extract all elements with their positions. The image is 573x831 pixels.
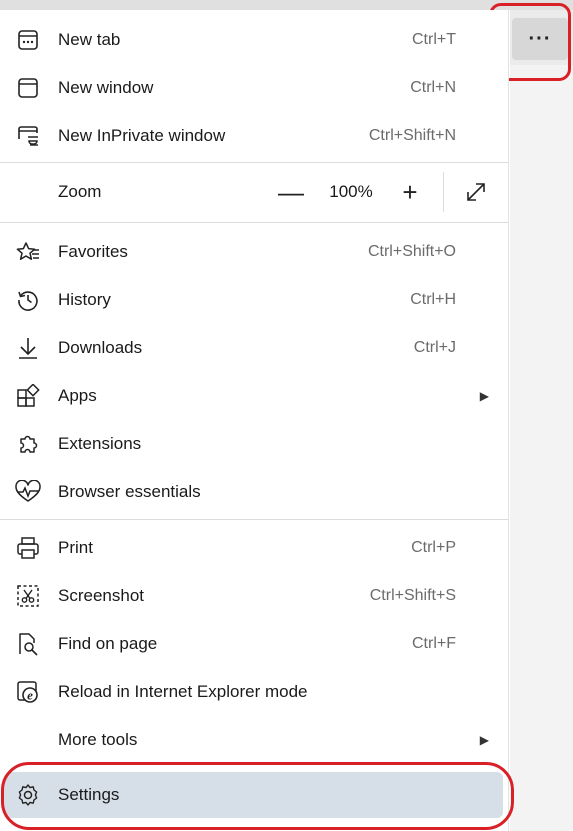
heart-pulse-icon: [14, 478, 42, 506]
menu-item-label: Apps: [58, 386, 97, 405]
settings-and-more-button[interactable]: ···: [512, 18, 568, 60]
new-tab-icon: [14, 26, 42, 54]
menu-item-label: Print: [58, 538, 93, 557]
menu-item-apps[interactable]: Apps ▶: [0, 372, 509, 420]
settings-menu: New tab Ctrl+T New window Ctrl+N New InP…: [0, 10, 509, 831]
zoom-level: 100%: [329, 182, 373, 201]
menu-divider: [0, 519, 509, 520]
menu-item-shortcut: Ctrl+P: [411, 539, 456, 556]
menu-item-print[interactable]: Print Ctrl+P: [0, 524, 509, 572]
menu-item-browser-essentials[interactable]: Browser essentials: [0, 468, 509, 516]
menu-item-label: More tools: [58, 730, 138, 749]
apps-icon: [14, 382, 42, 410]
menu-item-label: New window: [58, 78, 154, 97]
menu-item-new-tab[interactable]: New tab Ctrl+T: [0, 16, 509, 64]
menu-divider: [0, 222, 509, 223]
menu-item-settings[interactable]: Settings: [4, 772, 503, 818]
browser-page-background: [510, 10, 573, 831]
downloads-icon: [14, 334, 42, 362]
fullscreen-icon[interactable]: [462, 178, 490, 206]
submenu-arrow-icon: ▶: [479, 389, 489, 403]
menu-item-history[interactable]: History Ctrl+H: [0, 276, 509, 324]
menu-item-label: Favorites: [58, 242, 128, 261]
menu-item-shortcut: Ctrl+Shift+N: [368, 127, 456, 144]
menu-item-label: Extensions: [58, 434, 142, 453]
menu-item-reload-ie-mode[interactable]: e Reload in Internet Explorer mode: [0, 668, 509, 716]
menu-item-label: New tab: [58, 30, 121, 49]
menu-item-label: History: [58, 290, 111, 309]
browser-top-strip: [0, 0, 573, 10]
print-icon: [14, 534, 42, 562]
zoom-in-button[interactable]: +: [390, 163, 430, 221]
menu-item-shortcut: Ctrl+F: [412, 635, 456, 652]
extensions-icon: [14, 430, 42, 458]
screenshot-icon: [14, 582, 42, 610]
zoom-label: Zoom: [58, 182, 102, 201]
new-window-icon: [14, 74, 42, 102]
menu-item-favorites[interactable]: Favorites Ctrl+Shift+O: [0, 228, 509, 276]
history-icon: [14, 286, 42, 314]
menu-item-shortcut: Ctrl+Shift+S: [369, 587, 456, 604]
menu-item-label: New InPrivate window: [58, 126, 226, 145]
menu-item-shortcut: Ctrl+H: [410, 291, 456, 308]
submenu-arrow-icon: ▶: [479, 733, 489, 747]
gear-icon: [14, 781, 42, 809]
menu-item-downloads[interactable]: Downloads Ctrl+J: [0, 324, 509, 372]
svg-text:e: e: [27, 688, 33, 703]
menu-item-shortcut: Ctrl+Shift+O: [367, 243, 456, 260]
find-icon: [14, 630, 42, 658]
ie-mode-icon: e: [14, 678, 42, 706]
menu-item-new-inprivate-window[interactable]: New InPrivate window Ctrl+Shift+N: [0, 112, 509, 160]
menu-item-label: Screenshot: [58, 586, 144, 605]
menu-item-label: Browser essentials: [58, 482, 201, 501]
menu-item-label: Downloads: [58, 338, 143, 357]
menu-item-label: Reload in Internet Explorer mode: [58, 682, 308, 701]
menu-item-new-window[interactable]: New window Ctrl+N: [0, 64, 509, 112]
zoom-out-button[interactable]: —: [271, 163, 311, 221]
inprivate-window-icon: [14, 122, 42, 150]
zoom-row: Zoom — 100% +: [0, 163, 509, 221]
menu-item-screenshot[interactable]: Screenshot Ctrl+Shift+S: [0, 572, 509, 620]
menu-item-extensions[interactable]: Extensions: [0, 420, 509, 468]
menu-item-more-tools[interactable]: More tools ▶: [0, 716, 509, 764]
menu-item-label: Find on page: [58, 634, 158, 653]
menu-item-find-on-page[interactable]: Find on page Ctrl+F: [0, 620, 509, 668]
menu-item-label: Settings: [58, 785, 120, 804]
menu-item-shortcut: Ctrl+T: [412, 31, 456, 48]
zoom-separator: [443, 172, 444, 212]
menu-item-shortcut: Ctrl+N: [410, 79, 456, 96]
favorites-icon: [14, 238, 42, 266]
menu-item-shortcut: Ctrl+J: [413, 339, 456, 356]
